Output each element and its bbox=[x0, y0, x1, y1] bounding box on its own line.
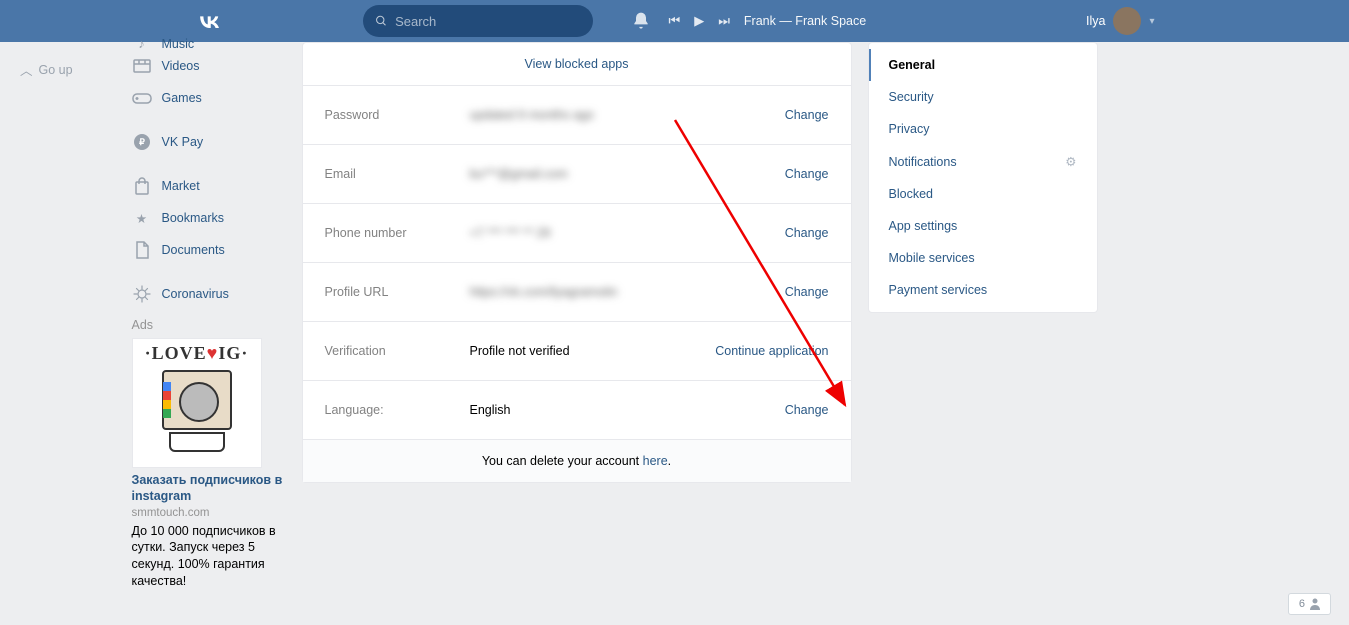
sidebar-item-label: Music bbox=[162, 38, 195, 50]
gear-icon[interactable]: ⚙ bbox=[1065, 154, 1076, 169]
ad-domain: smmtouch.com bbox=[132, 507, 288, 519]
document-icon bbox=[132, 240, 152, 260]
settings-tabs-panel: General Security Privacy Notifications ⚙… bbox=[868, 42, 1098, 590]
games-icon bbox=[132, 88, 152, 108]
delete-account-link[interactable]: here bbox=[643, 454, 668, 468]
svg-text:₽: ₽ bbox=[139, 137, 145, 147]
sidebar-item-bookmarks[interactable]: ★ Bookmarks bbox=[128, 202, 292, 234]
sidebar-item-label: Bookmarks bbox=[162, 211, 225, 225]
chevron-down-icon: ▾ bbox=[1149, 16, 1154, 27]
music-icon: ♪ bbox=[132, 38, 152, 50]
tab-mobile-services[interactable]: Mobile services bbox=[869, 242, 1097, 274]
settings-panel: View blocked apps Password updated 9 mon… bbox=[302, 42, 852, 590]
row-label: Password bbox=[325, 108, 470, 122]
market-icon bbox=[132, 176, 152, 196]
player-controls: ⏮ ▶ ⏭ bbox=[669, 13, 730, 29]
change-password-link[interactable]: Change bbox=[785, 108, 829, 122]
sidebar-item-videos[interactable]: Videos bbox=[128, 50, 292, 82]
sidebar-item-label: Videos bbox=[162, 59, 200, 73]
notifications-icon[interactable] bbox=[631, 11, 651, 31]
row-value: updated 9 months ago bbox=[470, 108, 785, 122]
sidebar-item-games[interactable]: Games bbox=[128, 82, 292, 114]
row-value: bu***@gmail.com bbox=[470, 167, 785, 181]
search-box[interactable] bbox=[363, 5, 593, 37]
row-value: https://vk.com/ilyagramotin bbox=[470, 285, 785, 299]
ad-desc: До 10 000 подписчиков в сутки. Запуск че… bbox=[132, 523, 288, 591]
sidebar-item-coronavirus[interactable]: Coronavirus bbox=[128, 278, 292, 310]
username: Ilya bbox=[1086, 14, 1105, 28]
row-phone: Phone number +7 *** *** ** 29 Change bbox=[303, 203, 851, 262]
row-password: Password updated 9 months ago Change bbox=[303, 85, 851, 144]
change-url-link[interactable]: Change bbox=[785, 285, 829, 299]
tab-security[interactable]: Security bbox=[869, 81, 1097, 113]
tab-blocked[interactable]: Blocked bbox=[869, 178, 1097, 210]
tab-general[interactable]: General bbox=[869, 49, 1097, 81]
sidebar-item-music[interactable]: ♪ Music bbox=[128, 38, 292, 50]
ads-label: Ads bbox=[128, 310, 292, 338]
star-icon: ★ bbox=[132, 208, 152, 228]
row-label: Language: bbox=[325, 403, 470, 417]
row-label: Phone number bbox=[325, 226, 470, 240]
row-language: Language: English Change bbox=[303, 380, 851, 439]
avatar bbox=[1113, 7, 1141, 35]
tab-payment-services[interactable]: Payment services bbox=[869, 274, 1097, 306]
change-language-link[interactable]: Change bbox=[785, 403, 829, 417]
row-label: Verification bbox=[325, 344, 470, 358]
change-email-link[interactable]: Change bbox=[785, 167, 829, 181]
sidebar-item-label: Games bbox=[162, 91, 202, 105]
row-email: Email bu***@gmail.com Change bbox=[303, 144, 851, 203]
delete-account-row: You can delete your account here. bbox=[303, 439, 851, 482]
tab-app-settings[interactable]: App settings bbox=[869, 210, 1097, 242]
row-verification: Verification Profile not verified Contin… bbox=[303, 321, 851, 380]
ad-image: ·LOVE♥IG· bbox=[132, 338, 262, 468]
chevron-up-icon: ︿ bbox=[20, 60, 33, 79]
row-value: Profile not verified bbox=[470, 344, 716, 358]
vkpay-icon: ₽ bbox=[132, 132, 152, 152]
sidebar-item-label: VK Pay bbox=[162, 135, 204, 149]
sidebar-item-market[interactable]: Market bbox=[128, 170, 292, 202]
go-up-button[interactable]: ︿ Go up bbox=[20, 60, 73, 79]
left-sidebar: ♪ Music Videos Games ₽ VK Pay Market ★ B… bbox=[128, 42, 292, 590]
vk-logo[interactable] bbox=[195, 7, 223, 35]
tab-privacy[interactable]: Privacy bbox=[869, 113, 1097, 145]
play-icon[interactable]: ▶ bbox=[694, 13, 704, 29]
search-input[interactable] bbox=[395, 14, 580, 29]
ad-block[interactable]: ·LOVE♥IG· Заказать подписчиков в instagr… bbox=[128, 338, 292, 590]
user-menu[interactable]: Ilya ▾ bbox=[1086, 7, 1154, 35]
sidebar-item-label: Documents bbox=[162, 243, 225, 257]
sidebar-item-label: Market bbox=[162, 179, 200, 193]
row-label: Email bbox=[325, 167, 470, 181]
row-value: English bbox=[470, 403, 785, 417]
person-icon bbox=[1310, 598, 1320, 610]
tab-notifications[interactable]: Notifications ⚙ bbox=[869, 145, 1097, 178]
now-playing[interactable]: Frank — Frank Space bbox=[744, 14, 866, 28]
friends-online-counter[interactable]: 6 bbox=[1288, 593, 1331, 615]
change-phone-link[interactable]: Change bbox=[785, 226, 829, 240]
prev-track-icon[interactable]: ⏮ bbox=[669, 13, 681, 29]
view-blocked-apps-link[interactable]: View blocked apps bbox=[303, 43, 851, 85]
virus-icon bbox=[132, 284, 152, 304]
next-track-icon[interactable]: ⏭ bbox=[718, 13, 730, 29]
row-value: +7 *** *** ** 29 bbox=[470, 226, 785, 240]
sidebar-item-vkpay[interactable]: ₽ VK Pay bbox=[128, 126, 292, 158]
sidebar-item-documents[interactable]: Documents bbox=[128, 234, 292, 266]
row-profile-url: Profile URL https://vk.com/ilyagramotin … bbox=[303, 262, 851, 321]
video-icon bbox=[132, 56, 152, 76]
sidebar-item-label: Coronavirus bbox=[162, 287, 229, 301]
header-bar: ⏮ ▶ ⏭ Frank — Frank Space Ilya ▾ bbox=[0, 0, 1349, 42]
search-icon bbox=[375, 14, 388, 28]
continue-application-link[interactable]: Continue application bbox=[715, 344, 828, 358]
row-label: Profile URL bbox=[325, 285, 470, 299]
ad-title: Заказать подписчиков в instagram bbox=[132, 472, 288, 505]
